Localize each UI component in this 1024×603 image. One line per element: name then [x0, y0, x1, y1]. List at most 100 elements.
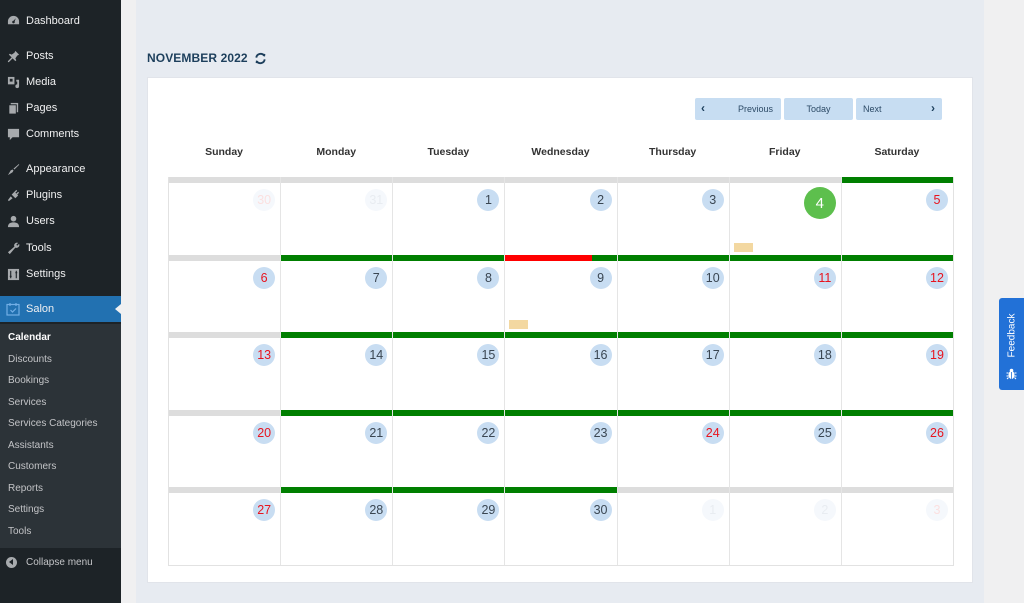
day-number[interactable]: 19 — [925, 344, 948, 366]
booking-event[interactable] — [733, 242, 753, 252]
calendar-day-cell[interactable]: 18 — [729, 332, 842, 410]
submenu-item-settings[interactable]: Settings — [8, 504, 44, 515]
calendar-day-cell[interactable]: 23 — [505, 409, 618, 487]
day-number[interactable]: 29 — [477, 499, 500, 521]
next-button[interactable]: Next › — [856, 98, 942, 120]
sidebar-item-salon[interactable]: Salon — [0, 296, 121, 322]
calendar-day-cell[interactable]: 7 — [281, 254, 394, 332]
day-number[interactable]: 12 — [925, 266, 948, 289]
booking-event[interactable] — [509, 320, 529, 329]
calendar-day-cell[interactable]: 31 — [281, 177, 394, 255]
sidebar-item-posts[interactable]: Posts — [0, 45, 121, 67]
day-number[interactable]: 5 — [925, 189, 948, 211]
calendar-day-cell[interactable]: 30 — [169, 177, 282, 255]
day-number[interactable]: 7 — [365, 266, 388, 289]
calendar-day-cell[interactable]: 2 — [505, 177, 618, 255]
day-number[interactable]: 20 — [253, 421, 276, 444]
day-number[interactable]: 2 — [813, 499, 836, 521]
calendar-day-cell[interactable]: 5 — [841, 177, 953, 255]
calendar-day-cell[interactable]: 1 — [617, 487, 730, 565]
calendar-day-cell[interactable]: 3 — [617, 177, 730, 255]
submenu-item-customers[interactable]: Customers — [8, 461, 56, 472]
calendar-day-cell[interactable]: 13 — [169, 332, 282, 410]
day-number[interactable]: 25 — [813, 421, 836, 444]
submenu-item-tools[interactable]: Tools — [8, 526, 31, 537]
calendar-day-cell[interactable]: 22 — [393, 409, 506, 487]
day-number[interactable]: 9 — [589, 266, 612, 289]
day-number[interactable]: 13 — [253, 344, 276, 366]
calendar-header: NOVEMBER 2022 — [147, 51, 267, 65]
calendar-day-cell[interactable]: 28 — [281, 487, 394, 565]
day-number[interactable]: 14 — [365, 344, 388, 366]
calendar-day-cell[interactable]: 3 — [841, 487, 953, 565]
today-day-number[interactable]: 4 — [803, 187, 836, 219]
day-number[interactable]: 27 — [253, 499, 276, 521]
sidebar-item-tools[interactable]: Tools — [0, 237, 121, 259]
calendar-day-cell[interactable]: 15 — [393, 332, 506, 410]
calendar-day-cell[interactable]: 9 — [505, 254, 618, 332]
sidebar-item-plugins[interactable]: Plugins — [0, 184, 121, 206]
day-number[interactable]: 23 — [589, 421, 612, 444]
day-number[interactable]: 10 — [701, 266, 724, 289]
day-number[interactable]: 28 — [365, 499, 388, 521]
day-number[interactable]: 31 — [365, 189, 388, 211]
sidebar-item-comments[interactable]: Comments — [0, 123, 121, 145]
calendar-day-cell[interactable]: 10 — [617, 254, 730, 332]
calendar-day-cell[interactable]: 26 — [841, 409, 953, 488]
day-number[interactable]: 2 — [589, 189, 612, 211]
day-number[interactable]: 21 — [365, 421, 388, 444]
day-number[interactable]: 26 — [925, 421, 948, 444]
calendar-day-cell[interactable]: 2 — [729, 487, 842, 565]
calendar-day-cell[interactable]: 1 — [393, 177, 506, 255]
calendar-day-cell[interactable]: 17 — [617, 332, 730, 410]
calendar-day-cell[interactable]: 24 — [617, 409, 730, 487]
submenu-item-reports[interactable]: Reports — [8, 483, 43, 494]
calendar-day-cell[interactable]: 12 — [841, 254, 953, 333]
sidebar-item-settings[interactable]: Settings — [0, 263, 121, 285]
previous-button[interactable]: ‹ Previous — [695, 98, 781, 120]
today-button[interactable]: Today — [784, 98, 853, 120]
submenu-item-services-categories[interactable]: Services Categories — [8, 418, 97, 429]
sidebar-item-pages[interactable]: Pages — [0, 97, 121, 119]
calendar-day-cell[interactable]: 19 — [841, 332, 953, 410]
submenu-item-discounts[interactable]: Discounts — [8, 354, 52, 365]
calendar-day-cell[interactable]: 25 — [729, 409, 842, 487]
submenu-item-calendar[interactable]: Calendar — [8, 332, 51, 343]
day-number[interactable]: 3 — [701, 189, 724, 211]
calendar-day-cell[interactable]: 14 — [281, 332, 394, 410]
day-number[interactable]: 24 — [701, 421, 724, 444]
calendar-day-cell[interactable]: 16 — [505, 332, 618, 410]
day-number[interactable]: 17 — [701, 344, 724, 366]
day-number[interactable]: 30 — [253, 189, 276, 211]
submenu-item-services[interactable]: Services — [8, 397, 46, 408]
calendar-day-cell[interactable]: 30 — [505, 487, 618, 565]
day-number[interactable]: 22 — [477, 421, 500, 444]
refresh-icon[interactable] — [254, 52, 267, 65]
sidebar-item-media[interactable]: Media — [0, 71, 121, 93]
submenu-item-bookings[interactable]: Bookings — [8, 375, 49, 386]
day-number[interactable]: 15 — [477, 344, 500, 366]
calendar-day-cell[interactable]: 11 — [729, 254, 842, 332]
day-number[interactable]: 16 — [589, 344, 612, 366]
day-number[interactable]: 1 — [701, 499, 724, 521]
calendar-day-cell[interactable]: 20 — [169, 409, 282, 487]
calendar-day-cell[interactable]: 29 — [393, 487, 506, 565]
calendar-day-cell[interactable]: 6 — [169, 254, 282, 332]
day-number[interactable]: 3 — [925, 499, 948, 521]
calendar-day-cell[interactable]: 27 — [169, 487, 282, 565]
day-number[interactable]: 30 — [589, 499, 612, 521]
submenu-item-assistants[interactable]: Assistants — [8, 440, 54, 451]
calendar-day-cell[interactable]: 4 — [729, 177, 842, 255]
day-number[interactable]: 6 — [253, 266, 276, 289]
day-number[interactable]: 11 — [813, 266, 836, 289]
day-number[interactable]: 18 — [813, 344, 836, 366]
day-number[interactable]: 8 — [477, 266, 500, 289]
collapse-menu-button[interactable]: Collapse menu — [0, 553, 121, 571]
calendar-day-cell[interactable]: 8 — [393, 254, 506, 332]
sidebar-item-users[interactable]: Users — [0, 210, 121, 232]
sidebar-item-appearance[interactable]: Appearance — [0, 158, 121, 180]
calendar-day-cell[interactable]: 21 — [281, 409, 394, 487]
day-number[interactable]: 1 — [477, 189, 500, 211]
feedback-button[interactable]: Feedback — [999, 298, 1024, 390]
sidebar-item-dashboard[interactable]: Dashboard — [0, 10, 121, 32]
